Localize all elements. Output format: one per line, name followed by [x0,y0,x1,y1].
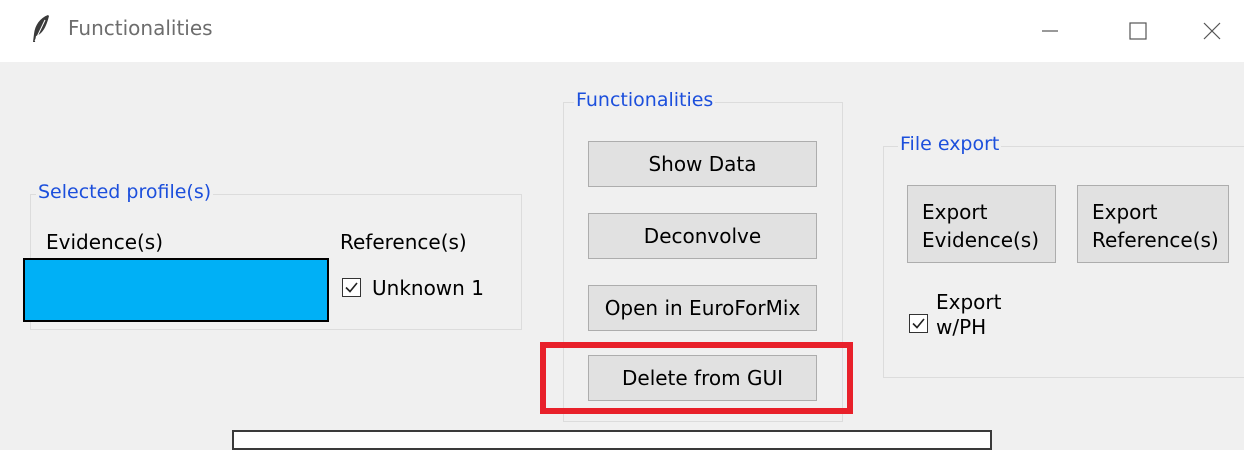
reference-header: Reference(s) [340,230,467,254]
close-button[interactable] [1180,8,1244,54]
evidence-item[interactable] [23,258,329,322]
export-reference-button[interactable]: Export Reference(s) [1077,185,1229,263]
show-data-button[interactable]: Show Data [588,141,817,187]
title-bar: Functionalities [0,0,1244,62]
checkbox[interactable] [342,278,361,297]
evidence-header: Evidence(s) [46,230,164,254]
export-ph-checkbox[interactable]: Export w/PH [909,290,1001,340]
maximize-button[interactable] [1106,8,1170,54]
checkmark-icon [345,282,358,293]
export-ph-label: Export w/PH [936,290,1002,339]
minimize-icon [1042,30,1058,32]
open-euroformix-button[interactable]: Open in EuroForMix [588,285,817,331]
minimize-button[interactable] [1018,8,1082,54]
selected-profiles-title: Selected profile(s) [36,181,214,203]
deconvolve-button[interactable]: Deconvolve [588,213,817,259]
window-title: Functionalities [68,16,213,40]
checkbox[interactable] [909,314,928,333]
reference-checkbox-unknown-1[interactable]: Unknown 1 [342,278,484,298]
maximize-icon [1129,22,1147,40]
export-evidence-button[interactable]: Export Evidence(s) [907,185,1056,263]
reference-label: Unknown 1 [372,276,484,300]
checkmark-icon [912,318,925,329]
dialog-window-edge [232,430,992,450]
feather-icon [30,14,52,44]
file-export-title: File export [898,133,1002,155]
close-icon [1203,22,1221,40]
functionalities-title: Functionalities [574,89,716,111]
highlight-annotation [540,342,853,414]
